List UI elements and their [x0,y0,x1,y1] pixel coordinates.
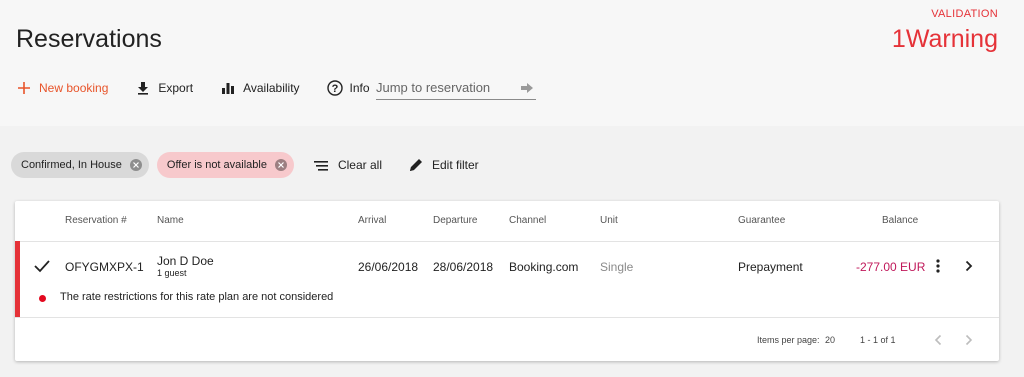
balance: -277.00 EUR [856,260,926,274]
filter-chip-label: Offer is not available [166,159,267,171]
warning-message: The rate restrictions for this rate plan… [60,291,334,303]
guest-name: Jon D Doe [157,254,214,268]
jump-to-reservation-input[interactable] [376,80,511,95]
plus-icon [16,80,32,96]
column-header-channel[interactable]: Channel [509,215,546,226]
export-button[interactable]: Export [135,80,193,96]
departure-date: 28/06/2018 [433,260,494,274]
arrow-right-icon[interactable] [520,81,534,99]
guarantee: Prepayment [738,260,803,274]
new-booking-label: New booking [39,81,109,95]
edit-filter-button[interactable]: Edit filter [408,157,479,173]
validation-label: VALIDATION [931,8,998,20]
download-icon [135,80,151,96]
column-header-departure[interactable]: Departure [433,215,477,226]
arrival-date: 26/06/2018 [358,260,419,274]
new-booking-button[interactable]: New booking [16,80,108,96]
warning-indicator-bar [15,241,20,317]
clear-all-button[interactable]: Clear all [313,157,382,173]
info-label: Info [349,81,370,95]
pencil-icon [408,157,424,173]
items-per-page-select[interactable]: 20 [825,335,835,345]
column-header-arrival[interactable]: Arrival [358,215,386,226]
chevron-right-icon[interactable] [960,257,978,275]
info-button[interactable]: ? Info [326,80,370,96]
toolbar: New booking Export Availability ? Info [16,76,397,100]
edit-filter-label: Edit filter [431,158,479,172]
info-icon: ? [326,80,343,96]
availability-label: Availability [243,81,300,95]
chevron-right-icon[interactable] [960,331,978,349]
warning-count[interactable]: 1Warning [892,25,998,54]
checkmark-icon [33,257,51,275]
chevron-left-icon[interactable] [929,331,947,349]
reservation-id[interactable]: OFYGMXPX-1 [65,260,144,274]
items-per-page-label: Items per page: [757,335,820,345]
filter-chip-label: Confirmed, In House [21,159,122,171]
cancel-icon[interactable] [274,159,287,171]
clear-all-label: Clear all [337,158,382,172]
jump-to-reservation-field [376,76,536,100]
guest-count: 1 guest [157,268,187,278]
reservations-table: Reservation # Name Arrival Departure Cha… [15,201,999,361]
column-header-name[interactable]: Name [157,215,184,226]
availability-button[interactable]: Availability [220,80,300,96]
column-header-unit[interactable]: Unit [600,215,618,226]
unit: Single [600,260,634,274]
more-vert-icon[interactable] [929,257,947,275]
channel: Booking.com [509,260,579,274]
filter-chip-offer[interactable]: Offer is not available [156,152,294,178]
cancel-icon[interactable] [129,159,142,171]
warning-dot [39,295,46,302]
column-header-reservation[interactable]: Reservation # [65,215,127,226]
pagination-range: 1 - 1 of 1 [860,335,896,345]
bar-chart-icon [220,80,236,96]
page-title: Reservations [16,25,162,53]
svg-text:?: ? [331,83,338,95]
column-header-guarantee[interactable]: Guarantee [738,215,785,226]
filter-chip-status[interactable]: Confirmed, In House [11,152,149,178]
export-label: Export [158,81,194,95]
table-row[interactable]: OFYGMXPX-1 Jon D Doe 1 guest 26/06/2018 … [15,241,999,317]
header-area: Reservations VALIDATION 1Warning New boo… [0,0,1024,126]
column-header-balance[interactable]: Balance [882,215,918,226]
divider [15,317,999,318]
filter-bar: Confirmed, In House Offer is not availab… [11,152,493,178]
clear-all-icon [313,157,330,173]
